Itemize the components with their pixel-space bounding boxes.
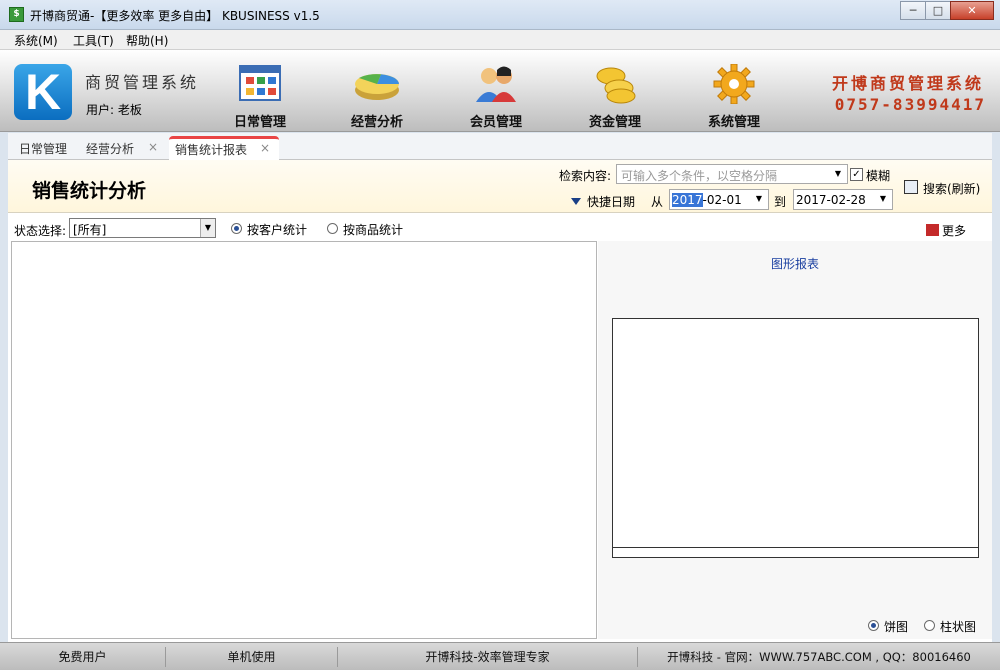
members-icon: [476, 66, 516, 102]
pie-chart-icon: [355, 74, 399, 100]
search-label: 检索内容:: [559, 169, 612, 183]
radio-by-customer[interactable]: [231, 223, 242, 234]
toolbar-system-management[interactable]: 系统管理: [694, 63, 774, 130]
from-date-picker[interactable]: 2017-02-01 ▼: [669, 189, 769, 210]
chart-title: 图形报表: [770, 257, 819, 271]
status-label: 状态选择:: [14, 224, 67, 238]
toolbar-funds-management[interactable]: 资金管理: [575, 64, 655, 130]
status-value: [所有]: [73, 223, 107, 237]
toolbar-member-management[interactable]: 会员管理: [456, 64, 536, 130]
to-date-picker[interactable]: 2017-02-28 ▼: [793, 189, 893, 210]
system-name: 商贸管理系统: [85, 73, 200, 92]
more-arrow-icon: [926, 224, 939, 236]
chart-panel: 图形报表 饼图 柱状图: [598, 241, 992, 639]
k-logo-icon: K: [14, 64, 72, 120]
status-license: 免费用户: [0, 647, 166, 667]
toolbar-daily-management[interactable]: 日常管理: [220, 64, 300, 130]
from-date-rest: -02-01: [702, 193, 742, 207]
quick-date-label: 快捷日期: [587, 195, 636, 209]
title-bar: $ 开博商贸通-【更多效率 更多自由】 KBUSINESS v1.5 ─ □ ✕: [0, 0, 1000, 30]
toolbar-label: 资金管理: [588, 115, 641, 130]
from-date-year: 2017: [672, 193, 703, 207]
search-icon: [904, 180, 918, 194]
minimize-button[interactable]: ─: [900, 1, 926, 20]
tab-business-analysis[interactable]: 经营分析: [86, 140, 134, 157]
maximize-button[interactable]: □: [925, 1, 951, 20]
coins-icon: [596, 67, 636, 104]
content-panel: 销售统计分析 检索内容: 可输入多个条件，以空格分隔 ▼ ✓ 模糊 搜索(刷新)…: [8, 160, 992, 642]
tab-daily-management[interactable]: 日常管理: [19, 140, 67, 157]
fuzzy-checkbox[interactable]: ✓: [850, 168, 863, 181]
triangle-down-icon: [571, 198, 581, 205]
chart-baseline: [613, 547, 978, 557]
radio-by-customer-label[interactable]: 按客户统计: [247, 221, 307, 238]
chevron-down-icon[interactable]: ▼: [200, 219, 215, 237]
radio-pie-label[interactable]: 饼图: [884, 618, 908, 635]
calendar-grid-icon: [239, 65, 281, 101]
search-placeholder: 可输入多个条件，以空格分隔: [621, 169, 778, 183]
search-button-label: 搜索(刷新): [923, 182, 981, 196]
radio-by-product-label[interactable]: 按商品统计: [343, 221, 403, 238]
main-toolbar: K 商贸管理系统 用户: 老板 日常管理 经营分析 会员管理 资金管理 系统管理…: [0, 50, 1000, 132]
menu-system[interactable]: 系统(M): [14, 32, 58, 49]
current-user: 用户: 老板: [86, 103, 142, 117]
menu-tools[interactable]: 工具(T): [73, 32, 114, 49]
toolbar-business-analysis[interactable]: 经营分析: [337, 64, 417, 130]
tab-sales-report[interactable]: 销售统计报表 ×: [169, 136, 279, 160]
radio-pie-chart[interactable]: [868, 620, 879, 631]
radio-bar-label[interactable]: 柱状图: [940, 618, 976, 635]
filter-row: 状态选择: [所有] ▼ 按客户统计 按商品统计 更多: [8, 214, 992, 241]
gear-icon: [713, 63, 755, 105]
app-icon: $: [9, 7, 24, 22]
search-refresh-button[interactable]: 搜索(刷新): [904, 180, 984, 198]
status-contact: 开博科技 - 官网：WWW.757ABC.COM , QQ：80016460: [667, 650, 971, 664]
search-input[interactable]: 可输入多个条件，以空格分隔 ▼: [616, 164, 848, 184]
to-label: 到: [774, 195, 787, 209]
status-bar: 免费用户 单机使用 开博科技-效率管理专家 开博科技 - 官网：WWW.757A…: [0, 642, 1000, 670]
tab-label: 销售统计报表: [175, 143, 248, 157]
menu-bar: 系统(M) 工具(T) 帮助(H): [0, 30, 1000, 50]
status-slogan: 开博科技-效率管理专家: [338, 647, 638, 667]
status-select[interactable]: [所有] ▼: [69, 218, 216, 238]
toolbar-label: 日常管理: [233, 115, 286, 130]
brand-phone: 0757-83994417: [834, 95, 986, 114]
radio-bar-chart[interactable]: [924, 620, 935, 631]
toolbar-label: 系统管理: [707, 115, 760, 130]
statistics-grid[interactable]: [11, 241, 597, 639]
close-icon[interactable]: ×: [260, 141, 270, 155]
close-icon[interactable]: ×: [148, 140, 158, 154]
fuzzy-label: 模糊: [866, 169, 891, 183]
from-label: 从: [651, 195, 664, 209]
to-date-value: 2017-02-28: [796, 193, 866, 207]
more-label: 更多: [942, 224, 967, 238]
chevron-down-icon[interactable]: ▼: [876, 192, 890, 206]
chevron-down-icon[interactable]: ▼: [831, 167, 845, 181]
search-header: 销售统计分析 检索内容: 可输入多个条件，以空格分隔 ▼ ✓ 模糊 搜索(刷新)…: [8, 160, 992, 213]
window-title: 开博商贸通-【更多效率 更多自由】 KBUSINESS v1.5: [30, 9, 320, 23]
page-title: 销售统计分析: [32, 180, 147, 202]
chart-canvas: [612, 318, 979, 558]
more-button[interactable]: 更多: [926, 222, 966, 239]
tab-strip: 日常管理 经营分析 × 销售统计报表 ×: [8, 133, 992, 160]
status-mode: 单机使用: [166, 647, 338, 667]
close-button[interactable]: ✕: [950, 1, 994, 20]
chevron-down-icon[interactable]: ▼: [752, 192, 766, 206]
quick-date-toggle[interactable]: 快捷日期: [571, 193, 635, 210]
menu-help[interactable]: 帮助(H): [126, 32, 168, 49]
window-controls: ─ □ ✕: [900, 1, 994, 21]
toolbar-label: 会员管理: [469, 115, 522, 130]
radio-by-product[interactable]: [327, 223, 338, 234]
brand-name: 开博商贸管理系统: [831, 74, 984, 93]
toolbar-label: 经营分析: [350, 115, 403, 130]
